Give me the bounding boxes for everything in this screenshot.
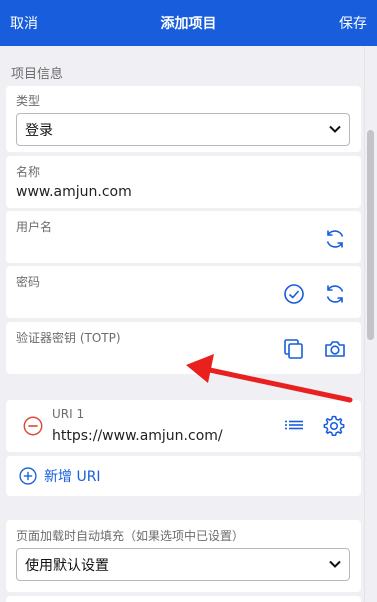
top-nav-bar: 取消 添加项目 保存 — [0, 0, 377, 46]
cancel-button[interactable]: 取消 — [10, 13, 38, 33]
section-title: 项目信息 — [11, 67, 64, 82]
scrollbar-thumb[interactable] — [367, 130, 374, 340]
username-field-card[interactable]: 用户名 — [6, 211, 361, 263]
autofill-select-value: 使用默认设置 — [25, 557, 109, 574]
minus-circle-icon[interactable] — [22, 415, 44, 437]
plus-circle-icon — [19, 467, 37, 485]
autofill-select[interactable]: 使用默认设置 — [16, 548, 350, 581]
totp-field-label: 验证器密钥 (TOTP) — [16, 331, 121, 345]
form-content: 项目信息 类型 登录 名称 www.amjun.com 用户名 密码 验证器密钥… — [0, 46, 364, 602]
type-select-value: 登录 — [25, 122, 53, 139]
add-uri-label: 新增 URI — [44, 469, 101, 485]
autofill-field-label: 页面加载时自动填充（如果选项中已设置） — [16, 529, 245, 543]
password-field-card[interactable]: 密码 — [6, 266, 361, 318]
name-field-card[interactable]: 名称 www.amjun.com — [6, 156, 361, 208]
list-icon[interactable] — [282, 414, 306, 438]
copy-icon[interactable] — [282, 337, 306, 361]
gear-icon[interactable] — [322, 414, 346, 438]
name-field-label: 名称 — [16, 165, 41, 179]
totp-field-card[interactable]: 验证器密钥 (TOTP) — [6, 322, 361, 374]
chevron-down-icon — [329, 560, 341, 568]
uri-field-input[interactable]: https://www.amjun.com/ — [52, 428, 223, 444]
name-field-input[interactable]: www.amjun.com — [16, 184, 132, 200]
next-card-partial — [6, 596, 361, 602]
type-field-label: 类型 — [16, 94, 41, 108]
add-uri-button[interactable]: 新增 URI — [18, 466, 101, 486]
autofill-field-card: 页面加载时自动填充（如果选项中已设置） 使用默认设置 — [6, 520, 361, 592]
chevron-down-icon — [329, 125, 341, 133]
type-field-card: 类型 登录 — [6, 86, 361, 152]
password-field-label: 密码 — [16, 275, 41, 289]
page-title: 添加项目 — [160, 16, 217, 32]
refresh-icon[interactable] — [323, 227, 347, 251]
camera-icon[interactable] — [323, 337, 347, 361]
type-select[interactable]: 登录 — [16, 113, 350, 146]
refresh-icon[interactable] — [323, 282, 347, 306]
uri-field-label: URI 1 — [52, 407, 85, 421]
save-button[interactable]: 保存 — [339, 13, 367, 33]
check-circle-icon[interactable] — [282, 282, 306, 306]
add-uri-card: 新增 URI — [6, 456, 361, 496]
uri-field-card[interactable]: URI 1 https://www.amjun.com/ — [6, 400, 361, 452]
username-field-label: 用户名 — [16, 220, 53, 234]
